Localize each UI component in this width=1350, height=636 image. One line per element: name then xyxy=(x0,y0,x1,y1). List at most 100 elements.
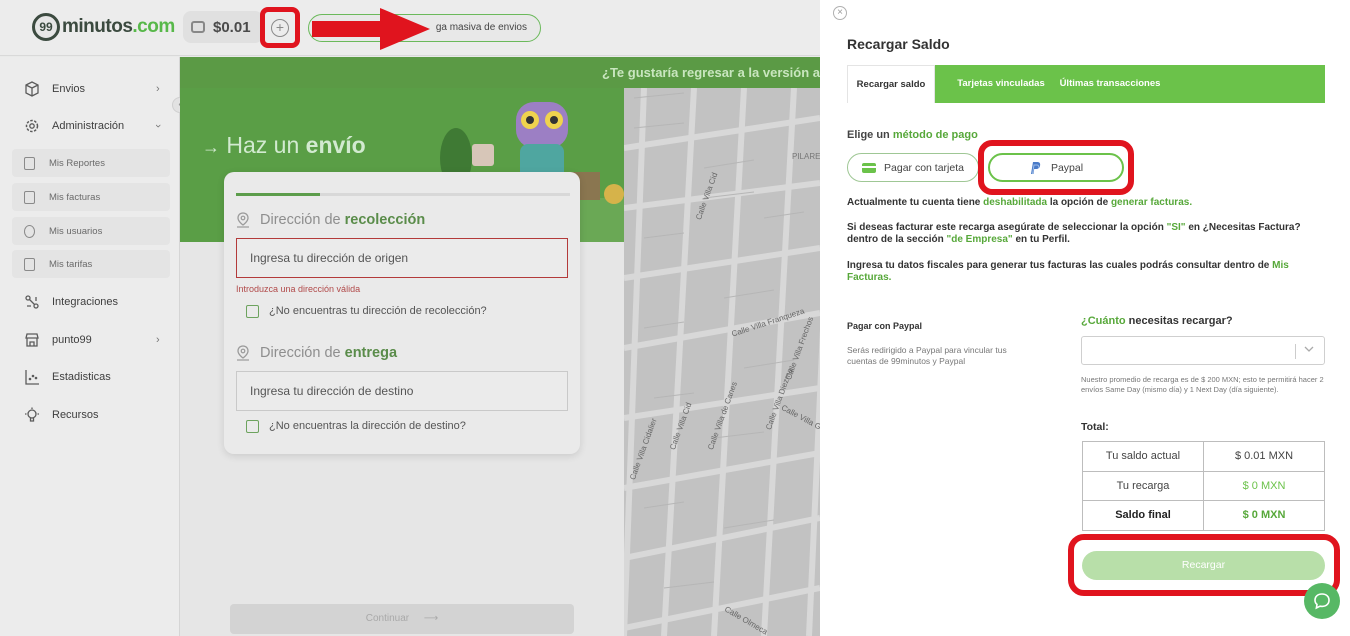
sidebar-item-punto99[interactable]: punto99 › xyxy=(0,328,180,352)
form-progress-fill xyxy=(236,193,320,196)
annotation-highlight-paypal xyxy=(978,140,1134,195)
pickup-missing-label: ¿No encuentras tu dirección de recolecci… xyxy=(269,305,487,317)
continue-label: Continuar xyxy=(365,613,410,624)
pay-with-card-button[interactable]: Pagar con tarjeta xyxy=(847,153,979,182)
sidebar-item-administracion[interactable]: Administración › xyxy=(0,114,180,138)
pickup-title-bold: recolección xyxy=(344,212,426,228)
average-recharge-note: Nuestro promedio de recarga es de $ 200 … xyxy=(1081,375,1324,394)
pickup-missing-row[interactable]: ¿No encuentras tu dirección de recolecci… xyxy=(246,304,487,318)
chat-button[interactable] xyxy=(1304,583,1340,619)
chevron-down-icon xyxy=(1304,346,1314,352)
rates-icon xyxy=(24,257,35,271)
pickup-error-message: Introduzca una dirección válida xyxy=(236,284,361,294)
paypal-section-description: Serás redirigido a Paypal para vincular … xyxy=(847,345,1007,366)
sidebar-subitem-facturas[interactable]: Mis facturas xyxy=(12,183,170,211)
annotation-arrow-icon xyxy=(312,8,430,50)
sidebar-item-label: Integraciones xyxy=(52,296,119,308)
delivery-section-title: Dirección de entrega xyxy=(260,345,397,361)
amount-select[interactable] xyxy=(1081,336,1325,365)
paypal-section-title: Pagar con Paypal xyxy=(847,321,923,331)
sidebar-subitem-label: Mis facturas xyxy=(49,191,101,203)
pickup-missing-checkbox[interactable] xyxy=(246,304,259,318)
annotation-highlight-recharge xyxy=(1068,534,1340,596)
info2-a: Si deseas facturar este recarga asegúrat… xyxy=(847,222,1164,233)
delivery-missing-checkbox[interactable] xyxy=(246,419,259,433)
sidebar-item-envios[interactable]: Envios › xyxy=(0,77,180,101)
balance-amount: $0.01 xyxy=(213,18,251,36)
final-balance-label: Saldo final xyxy=(1082,500,1204,531)
logo-domain: .com xyxy=(132,16,175,37)
sidebar-subitem-tarifas[interactable]: Mis tarifas xyxy=(12,250,170,278)
app-root: 99 minutos.com $0.01 + ga masiva de envi… xyxy=(0,0,1350,636)
recharge-label: Tu recarga xyxy=(1082,470,1204,501)
table-row: Saldo final $ 0 MXN xyxy=(1082,500,1325,531)
logo-brand: minutos xyxy=(62,16,133,37)
wallet-balance[interactable]: $0.01 xyxy=(183,11,263,43)
select-separator xyxy=(1295,344,1296,359)
sidebar-subitem-label: Mis Reportes xyxy=(49,157,105,169)
map-label: PILARES xyxy=(792,152,820,161)
tab-tarjetas-vinculadas[interactable]: Tarjetas vinculadas xyxy=(945,65,1057,103)
chevron-right-icon: › xyxy=(156,334,160,346)
sidebar-subitem-label: Mis tarifas xyxy=(49,258,93,270)
invoice-instructions-note: Si deseas facturar este recarga asegúrat… xyxy=(847,222,1327,246)
final-balance-value: $ 0 MXN xyxy=(1203,500,1325,531)
logo-mark: 99 xyxy=(32,13,60,41)
panel-title: Recargar Saldo xyxy=(847,36,950,52)
delivery-title-prefix: Dirección de xyxy=(260,345,341,361)
amount-question-highlight: ¿Cuánto xyxy=(1081,315,1126,327)
sidebar: Envios › Administración › Mis Reportes M… xyxy=(0,57,180,636)
current-balance-label: Tu saldo actual xyxy=(1082,441,1204,472)
arrow-right-icon: → xyxy=(202,137,220,157)
tab-ultimas-transacciones[interactable]: Últimas transacciones xyxy=(1053,65,1167,103)
legacy-version-banner[interactable]: ¿Te gustaría regresar a la versión an xyxy=(180,57,828,88)
hero-title-prefix: Haz un xyxy=(226,132,300,158)
logo[interactable]: 99 minutos.com xyxy=(32,12,175,42)
chat-icon xyxy=(1314,593,1330,610)
payment-method-highlight: método de pago xyxy=(892,129,978,141)
delivery-address-input[interactable]: Ingresa tu dirección de destino xyxy=(236,371,568,411)
continue-button[interactable]: Continuar ⟶ xyxy=(230,604,574,634)
panel-tabs: Recargar saldo Tarjetas vinculadas Últim… xyxy=(847,65,1325,103)
banner-text: ¿Te gustaría regresar a la versión an xyxy=(602,65,828,80)
sidebar-subitem-usuarios[interactable]: Mis usuarios xyxy=(12,217,170,245)
wallet-icon xyxy=(191,21,205,33)
info1-a: Actualmente tu cuenta tiene xyxy=(847,197,981,208)
logo-text: minutos.com xyxy=(62,16,175,38)
arrow-right-icon: ⟶ xyxy=(423,613,439,624)
box-icon xyxy=(25,81,39,97)
total-label: Total: xyxy=(1081,421,1109,433)
close-icon[interactable]: × xyxy=(833,6,847,20)
delivery-title-bold: entrega xyxy=(344,345,398,361)
pickup-address-input[interactable]: Ingresa tu dirección de origen xyxy=(236,238,568,278)
invoice-disabled-note: Actualmente tu cuenta tiene deshabilitad… xyxy=(847,197,1327,209)
map-view[interactable]: PILARES Calle Villa Cid Calle Villa Fran… xyxy=(624,88,820,636)
tab-recargar-saldo[interactable]: Recargar saldo xyxy=(847,65,935,103)
shipment-form-card: Dirección de recolección Ingresa tu dire… xyxy=(224,172,580,454)
chevron-right-icon: › xyxy=(156,83,160,95)
chart-icon xyxy=(25,370,39,385)
sidebar-item-estadisticas[interactable]: Estadisticas xyxy=(0,365,180,389)
sidebar-item-label: punto99 xyxy=(52,334,92,346)
table-row: Tu saldo actual $ 0.01 MXN xyxy=(1082,441,1325,472)
bulb-icon xyxy=(25,407,39,422)
recharge-value: $ 0 MXN xyxy=(1203,470,1325,501)
amount-question: ¿Cuánto necesitas recargar? xyxy=(1081,315,1233,327)
info1-c: la opción de xyxy=(1049,197,1109,208)
sidebar-subitem-label: Mis usuarios xyxy=(49,225,103,237)
annotation-highlight-add xyxy=(260,7,300,48)
payment-method-prefix: Elige un xyxy=(847,129,890,141)
sidebar-item-recursos[interactable]: Recursos xyxy=(0,403,180,427)
store-icon xyxy=(25,333,39,347)
recharge-panel: × Recargar Saldo Recargar saldo Tarjetas… xyxy=(820,0,1350,636)
amount-question-rest: necesitas recargar? xyxy=(1128,315,1233,327)
form-progress-bar xyxy=(236,193,570,196)
delivery-missing-label: ¿No encuentras la dirección de destino? xyxy=(269,420,466,432)
sidebar-subitem-reportes[interactable]: Mis Reportes xyxy=(12,149,170,177)
delivery-missing-row[interactable]: ¿No encuentras la dirección de destino? xyxy=(246,419,466,433)
pickup-section-title: Dirección de recolección xyxy=(260,212,425,228)
gear-icon xyxy=(25,119,39,133)
sidebar-item-integraciones[interactable]: Integraciones xyxy=(0,290,180,314)
integrations-icon xyxy=(25,295,39,309)
invoice-icon xyxy=(24,190,35,204)
